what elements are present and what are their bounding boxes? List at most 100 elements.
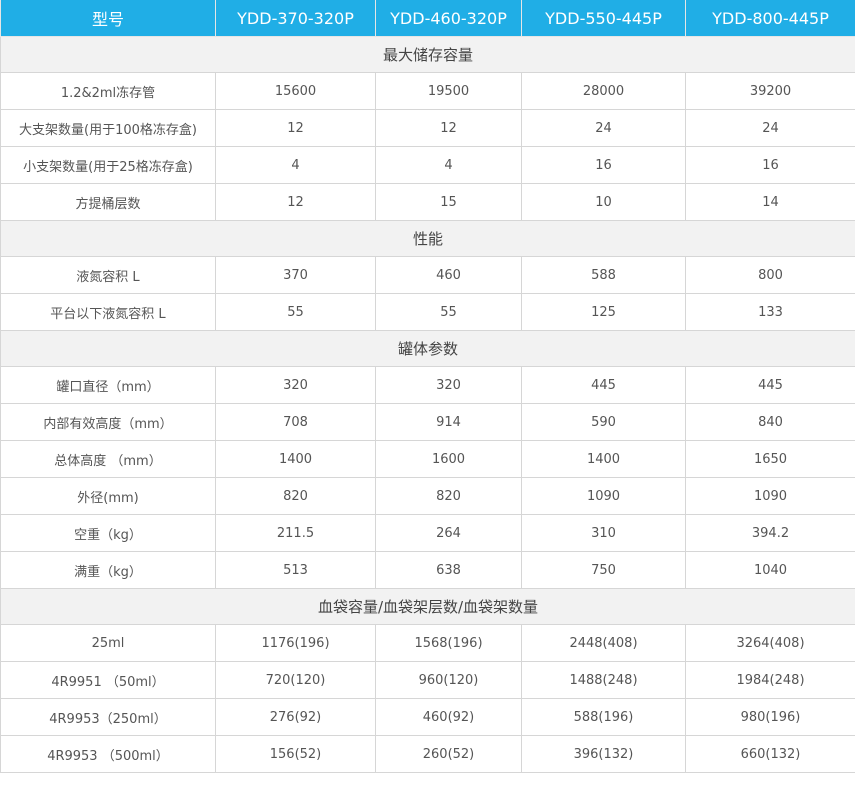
model-3-value: 1400 [521, 440, 686, 478]
model-3-value: 24 [521, 109, 686, 147]
section-title: 最大储存容量 [0, 36, 855, 73]
header-model-label: 型号 [0, 0, 216, 37]
model-1-value: 513 [215, 551, 376, 589]
row-label: 内部有效高度（mm） [0, 403, 216, 441]
model-2-value: 320 [375, 366, 522, 404]
table-row: 4R9953 （500ml） 156(52) 260(52) 396(132) 660(… [0, 735, 855, 773]
model-4-value: 394.2 [685, 514, 855, 552]
model-3-value: 10 [521, 183, 686, 221]
row-label: 方提桶层数 [0, 183, 216, 221]
model-4-value: 3264(408) [685, 624, 855, 662]
model-1-value: 156(52) [215, 735, 376, 773]
model-4-value: 39200 [685, 72, 855, 110]
model-4-value: 1090 [685, 477, 855, 515]
table-row: 外径(mm) 820 820 1090 1090 [0, 477, 855, 515]
model-3-value: 16 [521, 146, 686, 184]
model-2-value: 260(52) [375, 735, 522, 773]
section-header-row: 罐体参数 [0, 330, 855, 367]
model-4-value: 16 [685, 146, 855, 184]
section-title: 血袋容量/血袋架层数/血袋架数量 [0, 588, 855, 625]
model-4-value: 1650 [685, 440, 855, 478]
row-label: 4R9953 （500ml） [0, 735, 216, 773]
model-2-value: 960(120) [375, 661, 522, 699]
header-row: 型号 YDD-370-320P YDD-460-320P YDD-550-445… [0, 0, 855, 37]
row-label: 大支架数量(用于100格冻存盒) [0, 109, 216, 147]
table-row: 平台以下液氮容积 L 55 55 125 133 [0, 293, 855, 331]
model-4-value: 24 [685, 109, 855, 147]
row-label: 罐口直径（mm） [0, 366, 216, 404]
model-3-value: 310 [521, 514, 686, 552]
model-4-value: 445 [685, 366, 855, 404]
model-4-value: 840 [685, 403, 855, 441]
model-3-value: 590 [521, 403, 686, 441]
model-1-value: 708 [215, 403, 376, 441]
table-row: 空重（kg） 211.5 264 310 394.2 [0, 514, 855, 552]
model-1-value: 1400 [215, 440, 376, 478]
model-1-value: 276(92) [215, 698, 376, 736]
model-3-value: 125 [521, 293, 686, 331]
model-1-value: 12 [215, 183, 376, 221]
model-4-value: 133 [685, 293, 855, 331]
section-header-row: 血袋容量/血袋架层数/血袋架数量 [0, 588, 855, 625]
model-4-value: 800 [685, 256, 855, 294]
row-label: 4R9953（250ml） [0, 698, 216, 736]
table-row: 1.2&2ml冻存管 15600 19500 28000 39200 [0, 72, 855, 110]
model-1-value: 1176(196) [215, 624, 376, 662]
model-2-value: 264 [375, 514, 522, 552]
table-row: 大支架数量(用于100格冻存盒) 12 12 24 24 [0, 109, 855, 147]
header-model-1: YDD-370-320P [215, 0, 376, 37]
table-row: 4R9953（250ml） 276(92) 460(92) 588(196) 980(1… [0, 698, 855, 736]
model-2-value: 638 [375, 551, 522, 589]
model-3-value: 750 [521, 551, 686, 589]
model-1-value: 820 [215, 477, 376, 515]
model-2-value: 19500 [375, 72, 522, 110]
table-row: 内部有效高度（mm） 708 914 590 840 [0, 403, 855, 441]
spec-table: 型号 YDD-370-320P YDD-460-320P YDD-550-445… [0, 0, 855, 773]
row-label: 1.2&2ml冻存管 [0, 72, 216, 110]
model-3-value: 396(132) [521, 735, 686, 773]
model-2-value: 820 [375, 477, 522, 515]
model-4-value: 660(132) [685, 735, 855, 773]
section-title: 性能 [0, 220, 855, 257]
table-row: 满重（kg） 513 638 750 1040 [0, 551, 855, 589]
row-label: 总体高度 （mm） [0, 440, 216, 478]
table-row: 总体高度 （mm） 1400 1600 1400 1650 [0, 440, 855, 478]
model-3-value: 588(196) [521, 698, 686, 736]
row-label: 空重（kg） [0, 514, 216, 552]
model-2-value: 460(92) [375, 698, 522, 736]
model-2-value: 460 [375, 256, 522, 294]
model-1-value: 320 [215, 366, 376, 404]
model-1-value: 15600 [215, 72, 376, 110]
row-label: 外径(mm) [0, 477, 216, 515]
model-4-value: 1040 [685, 551, 855, 589]
row-label: 满重（kg） [0, 551, 216, 589]
model-1-value: 211.5 [215, 514, 376, 552]
model-1-value: 12 [215, 109, 376, 147]
model-1-value: 720(120) [215, 661, 376, 699]
row-label: 25ml [0, 624, 216, 662]
table-row: 方提桶层数 12 15 10 14 [0, 183, 855, 221]
section-header-row: 性能 [0, 220, 855, 257]
table-row: 液氮容积 L 370 460 588 800 [0, 256, 855, 294]
model-3-value: 28000 [521, 72, 686, 110]
model-2-value: 12 [375, 109, 522, 147]
model-3-value: 1090 [521, 477, 686, 515]
section-title: 罐体参数 [0, 330, 855, 367]
model-4-value: 1984(248) [685, 661, 855, 699]
model-3-value: 1488(248) [521, 661, 686, 699]
section-header-row: 最大储存容量 [0, 36, 855, 73]
model-4-value: 14 [685, 183, 855, 221]
table-body: 最大储存容量 1.2&2ml冻存管 15600 19500 28000 39200 大支架数… [0, 36, 855, 773]
header-model-4: YDD-800-445P [685, 0, 855, 37]
model-2-value: 15 [375, 183, 522, 221]
header-model-2: YDD-460-320P [375, 0, 522, 37]
model-1-value: 370 [215, 256, 376, 294]
model-2-value: 914 [375, 403, 522, 441]
table-row: 25ml 1176(196) 1568(196) 2448(408) 3264(408) [0, 624, 855, 662]
model-3-value: 2448(408) [521, 624, 686, 662]
model-2-value: 55 [375, 293, 522, 331]
model-2-value: 1568(196) [375, 624, 522, 662]
model-2-value: 4 [375, 146, 522, 184]
model-3-value: 588 [521, 256, 686, 294]
table-row: 4R9951 （50ml） 720(120) 960(120) 1488(248) 19… [0, 661, 855, 699]
